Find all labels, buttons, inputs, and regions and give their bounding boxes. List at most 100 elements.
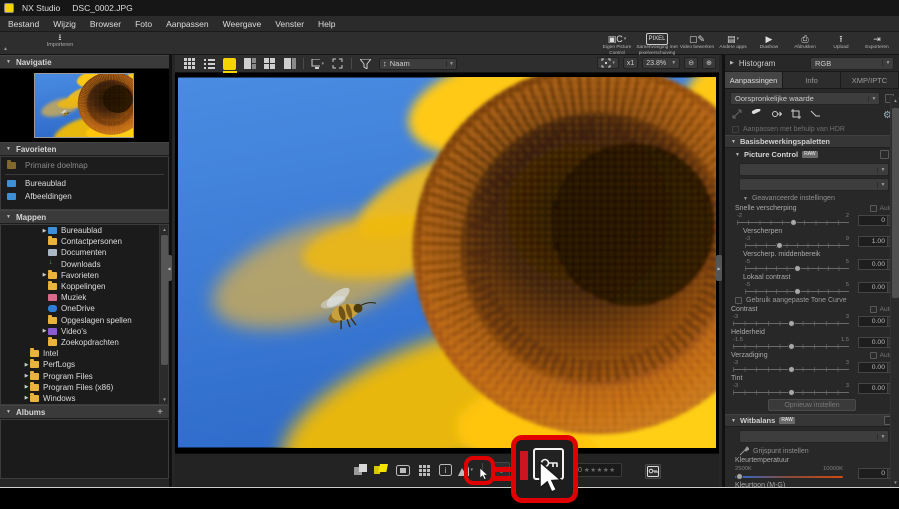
other-apps-button[interactable]: ▤ ▾ Andere apps: [715, 33, 751, 51]
value-input[interactable]: 0.00: [858, 337, 888, 348]
picture-control-dropdown-2[interactable]: ▼: [739, 178, 889, 191]
menu-foto[interactable]: Foto: [135, 19, 152, 29]
inspector-splitter-handle[interactable]: ▶: [716, 255, 722, 281]
slider-thumb[interactable]: [788, 389, 795, 396]
histogram-header[interactable]: ▶ Histogram RGB ▼: [725, 55, 899, 71]
slider-thumb[interactable]: [788, 320, 795, 327]
tab-aanpassingen[interactable]: Aanpassingen: [725, 72, 783, 88]
picture-control-dropdown-1[interactable]: ▼: [739, 163, 889, 176]
value-input[interactable]: 0.00: [858, 282, 888, 293]
histogram-channel-dropdown[interactable]: RGB ▼: [810, 56, 894, 70]
albums-header[interactable]: ▼ Albums +: [0, 405, 169, 419]
scroll-thumb[interactable]: [892, 108, 899, 298]
tone-curve-checkbox[interactable]: [735, 297, 742, 304]
image-info-view-icon[interactable]: [283, 58, 296, 70]
thumbnail-grid-view-icon[interactable]: [183, 58, 196, 70]
value-input[interactable]: 0.00: [858, 362, 888, 373]
four-up-view-icon[interactable]: [263, 58, 276, 70]
value-input[interactable]: 0.00: [858, 259, 888, 270]
slider-thumb[interactable]: [788, 366, 795, 373]
folder-row-intel[interactable]: Intel: [1, 348, 168, 359]
slider-thumb[interactable]: [788, 343, 795, 350]
fullscreen-icon[interactable]: [331, 58, 344, 70]
slider-thumb[interactable]: [775, 242, 783, 249]
scroll-down-icon[interactable]: ▼: [891, 478, 899, 487]
menu-wijzig[interactable]: Wijzig: [53, 19, 76, 29]
zoom-level-dropdown[interactable]: 23.8% ▼: [642, 57, 681, 69]
grid-overlay-icon[interactable]: [417, 463, 432, 477]
sort-dropdown[interactable]: ↕ Naam ▼: [379, 57, 457, 70]
scroll-up-icon[interactable]: ▲: [160, 225, 168, 234]
import-button[interactable]: ⭳ Importeren: [38, 33, 82, 49]
folder-row-windows[interactable]: ▶ Windows: [1, 392, 168, 404]
menu-bestand[interactable]: Bestand: [8, 19, 39, 29]
picture-control-button[interactable]: ▣C ▾ Eigen Picture Control: [599, 33, 635, 57]
second-display-icon[interactable]: ▾: [311, 58, 324, 70]
picture-control-checkbox[interactable]: [880, 150, 889, 159]
retouch-brush-icon[interactable]: [751, 106, 762, 124]
color-control-point-icon[interactable]: [771, 106, 783, 124]
fit-screen-button[interactable]: ▾: [597, 57, 619, 69]
witbalans-header[interactable]: ▼ Witbalans RAW: [725, 414, 899, 427]
tab-info[interactable]: Info: [783, 72, 841, 88]
auto-checkbox[interactable]: [869, 205, 877, 212]
slider-thumb[interactable]: [794, 288, 801, 295]
favorite-primary-folder[interactable]: Primaire doelmap: [1, 159, 168, 172]
favorieten-header[interactable]: ▼ Favorieten: [0, 142, 169, 156]
folder-row-zoekopdrachten[interactable]: Zoekopdrachten: [1, 336, 168, 348]
zoom-1to1-button[interactable]: x1: [622, 57, 639, 69]
slider-track[interactable]: [743, 288, 851, 295]
slider-track[interactable]: [743, 242, 851, 249]
gray-point-tool[interactable]: Grijspunt instellen: [735, 445, 889, 457]
add-album-button[interactable]: +: [157, 407, 163, 418]
folder-row-downloads[interactable]: Downloads: [1, 259, 168, 270]
folder-row-koppelingen[interactable]: Koppelingen: [1, 281, 168, 292]
folder-row-bureaublad[interactable]: ▶ Bureaublad: [1, 225, 168, 236]
version-dropdown[interactable]: Oorspronkelijke waarde ▼: [730, 92, 880, 105]
image-filmstrip-view-icon[interactable]: [243, 58, 256, 70]
slider-thumb[interactable]: [736, 473, 744, 480]
show-edited-icon[interactable]: [373, 463, 388, 477]
value-input[interactable]: 0.00: [858, 383, 888, 394]
auto-checkbox[interactable]: [869, 306, 877, 313]
crop-icon[interactable]: [791, 106, 801, 124]
sidebar-splitter-handle[interactable]: ◀: [166, 255, 172, 281]
menu-browser[interactable]: Browser: [90, 19, 121, 29]
pixel-shift-button[interactable]: PIXEL Samenvoeging met pixelverschuiving: [635, 32, 679, 56]
image-view-icon-active[interactable]: [223, 57, 236, 70]
folder-tree-scrollbar[interactable]: ▲ ▼: [159, 225, 168, 404]
witbalans-dropdown[interactable]: ▼: [739, 430, 889, 443]
image-canvas[interactable]: [175, 73, 719, 453]
slider-track[interactable]: [731, 343, 851, 350]
zoom-out-button[interactable]: ⊖: [684, 57, 699, 69]
value-input[interactable]: 0: [858, 215, 888, 226]
folder-row-contactpersonen[interactable]: Contactpersonen: [1, 236, 168, 247]
slideshow-button[interactable]: ▶ Diashow: [751, 33, 787, 51]
slider-thumb[interactable]: [794, 265, 801, 272]
value-input[interactable]: 0.00: [858, 316, 888, 327]
favorite-desktop[interactable]: Bureaublad: [1, 177, 168, 190]
rating-control[interactable]: 0 ★★★★★: [574, 463, 622, 477]
zoom-in-button[interactable]: ⊕: [702, 57, 716, 69]
folder-row-onedrive[interactable]: OneDrive: [1, 303, 168, 314]
folder-row-muziek[interactable]: Muziek: [1, 292, 168, 303]
inspector-scrollbar[interactable]: ▲ ▼: [890, 96, 899, 487]
picture-control-header[interactable]: ▼ Picture Control RAW: [725, 148, 899, 161]
navigatie-header[interactable]: ▼ Navigatie: [0, 55, 169, 69]
advanced-settings-header[interactable]: ▼ Geavanceerde instellingen: [725, 193, 899, 204]
tab-xmp-iptc[interactable]: XMP/IPTC: [841, 72, 899, 88]
scroll-down-icon[interactable]: ▼: [160, 395, 168, 404]
scroll-up-icon[interactable]: ▲: [891, 96, 899, 105]
slider-track[interactable]: [731, 366, 851, 373]
export-button[interactable]: ⇥ Exporteren: [859, 33, 895, 51]
menu-help[interactable]: Help: [318, 19, 335, 29]
basis-section-header[interactable]: ▼ Basisbewerkingspaletten: [725, 135, 899, 148]
slider-thumb[interactable]: [790, 219, 797, 226]
toolbar-collapse-icon[interactable]: ▲: [3, 46, 8, 52]
hdr-checkbox[interactable]: [732, 125, 739, 133]
value-input[interactable]: 1.00: [858, 236, 888, 247]
temp-slider[interactable]: [735, 473, 843, 480]
slider-track[interactable]: [743, 265, 851, 272]
transform-icon[interactable]: [732, 106, 742, 124]
folder-row-documenten[interactable]: Documenten: [1, 247, 168, 258]
